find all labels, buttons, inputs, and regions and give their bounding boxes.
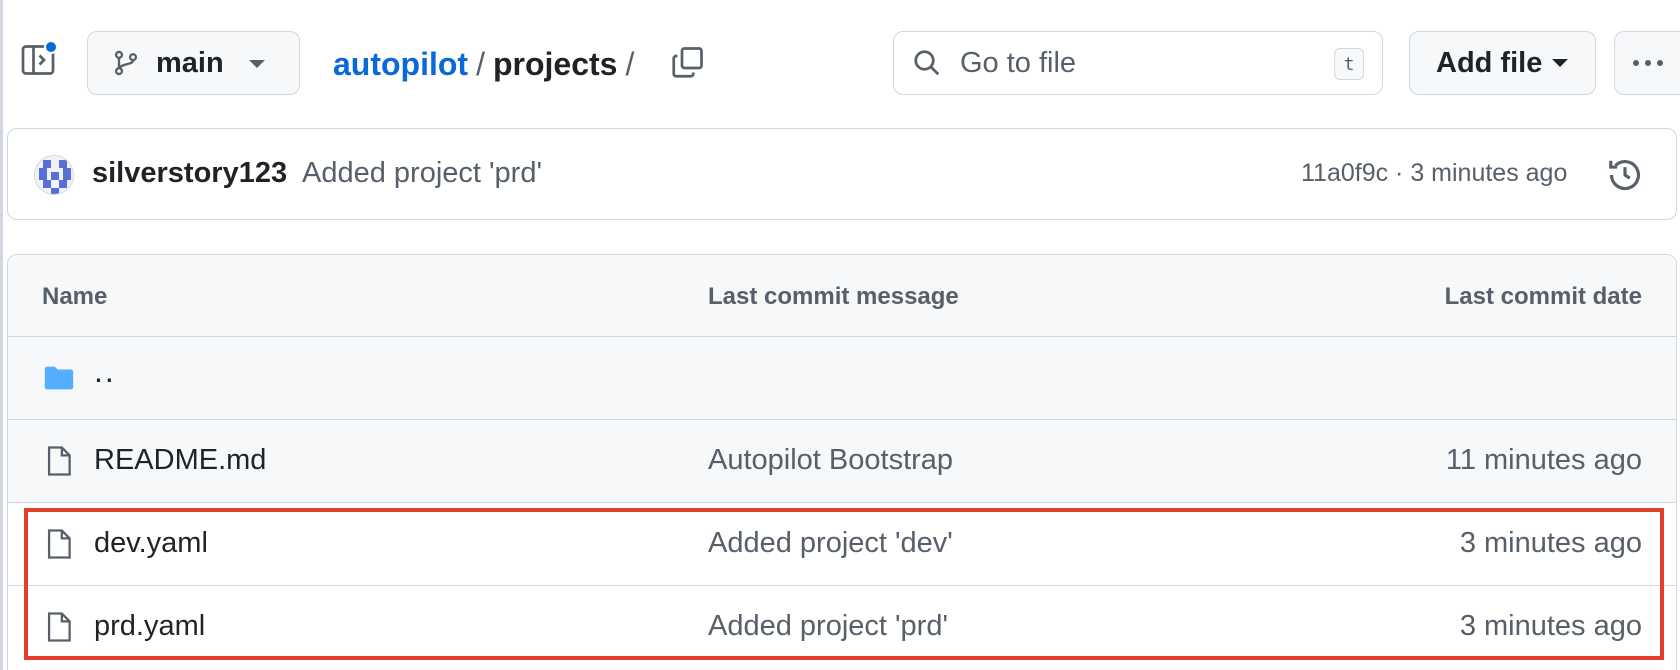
file-table: Name Last commit message Last commit dat…	[7, 254, 1677, 670]
parent-directory-row[interactable]: ..	[8, 337, 1676, 420]
file-name-link[interactable]: README.md	[94, 444, 266, 477]
add-file-label: Add file	[1436, 46, 1543, 79]
branch-name: main	[156, 46, 224, 79]
parent-directory-link[interactable]: ..	[94, 353, 116, 390]
file-commit-date: 3 minutes ago	[1459, 610, 1642, 642]
breadcrumb-repo-link[interactable]: autopilot	[333, 46, 468, 83]
search-icon	[914, 50, 940, 76]
commit-sha-and-time[interactable]: 11a0f9c · 3 minutes ago	[1301, 159, 1567, 188]
file-commit-message[interactable]: Autopilot Bootstrap	[708, 444, 953, 477]
table-header: Name Last commit message Last commit dat…	[8, 255, 1676, 337]
notification-dot	[44, 40, 58, 54]
column-header-name: Name	[42, 283, 108, 310]
column-header-date: Last commit date	[1444, 283, 1642, 310]
copy-icon	[672, 47, 703, 78]
commit-history-button[interactable]	[1606, 156, 1644, 194]
side-panel-toggle[interactable]	[20, 40, 58, 78]
branch-selector[interactable]: main	[87, 31, 300, 95]
file-name-link[interactable]: dev.yaml	[94, 527, 208, 560]
go-to-file-search[interactable]: Go to file t	[893, 31, 1383, 95]
file-icon	[47, 446, 71, 476]
breadcrumb-trailing-separator: /	[625, 45, 635, 82]
commit-message[interactable]: Added project 'prd'	[302, 157, 542, 190]
file-toolbar: main autopilot / projects / Go to file t…	[0, 0, 1680, 126]
git-branch-icon	[114, 50, 138, 76]
breadcrumb: autopilot / projects /	[333, 42, 642, 86]
file-name-link[interactable]: prd.yaml	[94, 610, 205, 643]
copy-path-button[interactable]	[670, 44, 710, 84]
breadcrumb-current-dir: projects	[492, 45, 618, 82]
breadcrumb-separator: /	[476, 45, 485, 82]
kebab-menu-icon	[1656, 60, 1663, 66]
history-icon	[1609, 160, 1641, 191]
identicon-image	[35, 156, 73, 194]
more-options-button[interactable]	[1614, 31, 1680, 95]
table-row[interactable]: prd.yaml Added project 'prd' 3 minutes a…	[8, 586, 1676, 669]
keyboard-shortcut-hint: t	[1334, 48, 1364, 80]
folder-icon	[44, 366, 74, 390]
kebab-menu-icon	[1632, 60, 1639, 66]
search-placeholder: Go to file	[960, 46, 1077, 79]
commit-author[interactable]: silverstory123	[92, 157, 287, 190]
add-file-button[interactable]: Add file	[1409, 31, 1596, 95]
chevron-down-icon	[249, 60, 265, 68]
table-row[interactable]: dev.yaml Added project 'dev' 3 minutes a…	[8, 503, 1676, 586]
file-commit-message[interactable]: Added project 'prd'	[708, 610, 948, 643]
file-commit-date: 11 minutes ago	[1445, 444, 1642, 476]
file-commit-message[interactable]: Added project 'dev'	[708, 527, 953, 560]
table-row[interactable]: README.md Autopilot Bootstrap 11 minutes…	[8, 420, 1676, 503]
column-header-message: Last commit message	[708, 283, 959, 310]
latest-commit-bar: silverstory123 Added project 'prd' 11a0f…	[7, 128, 1677, 220]
kebab-menu-icon	[1644, 60, 1651, 66]
caret-down-icon	[1552, 59, 1569, 67]
file-commit-date: 3 minutes ago	[1459, 527, 1642, 559]
file-icon	[47, 529, 71, 559]
file-icon	[47, 612, 71, 642]
avatar[interactable]	[34, 155, 74, 195]
